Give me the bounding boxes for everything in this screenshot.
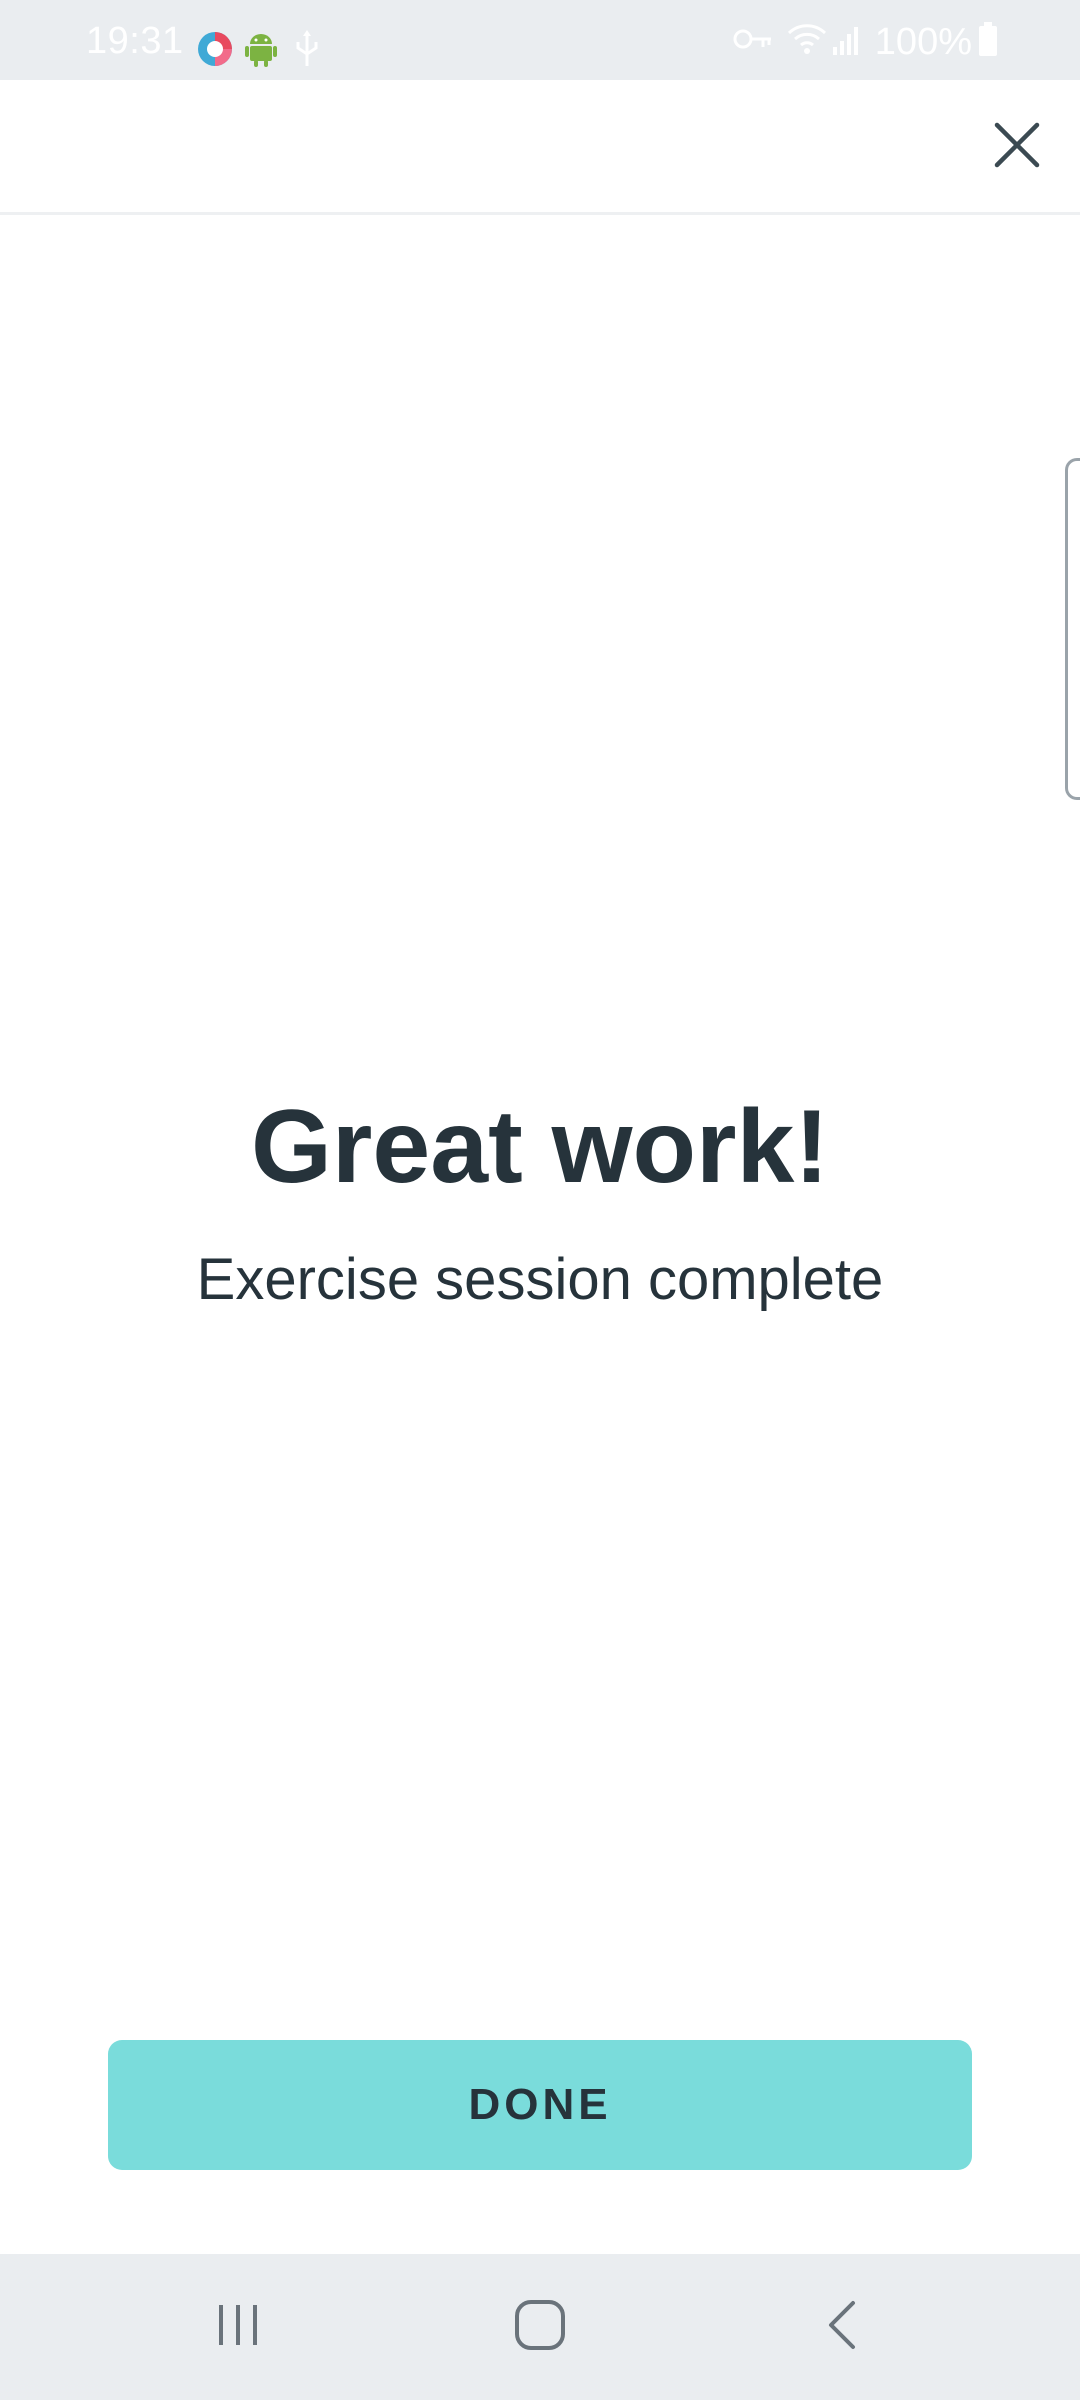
close-icon: [994, 122, 1040, 173]
home-icon: [514, 2299, 566, 2356]
signal-icon: [831, 23, 861, 60]
done-button[interactable]: DONE: [108, 2040, 972, 2170]
android-icon: [244, 30, 278, 73]
navigation-bar: [0, 2254, 1080, 2400]
vpn-key-icon: [733, 26, 773, 57]
status-right-group: 100%: [733, 22, 998, 61]
recent-apps-button[interactable]: [193, 2292, 283, 2362]
status-bar: 19:31 100%: [0, 0, 1080, 80]
app-notification-icon: [196, 30, 234, 73]
edge-panel-handle[interactable]: [1065, 458, 1080, 800]
home-button[interactable]: [495, 2292, 585, 2362]
completion-subtitle: Exercise session complete: [196, 1247, 884, 1312]
back-button[interactable]: [797, 2292, 887, 2362]
battery-icon: [978, 22, 998, 61]
close-button[interactable]: [984, 114, 1050, 180]
battery-percentage: 100%: [874, 20, 972, 63]
back-icon: [826, 2299, 858, 2356]
wifi-icon: [787, 23, 827, 60]
header: [0, 80, 1080, 215]
usb-icon: [294, 30, 320, 73]
page-title: Great work!: [251, 1089, 829, 1205]
recent-apps-icon: [215, 2301, 261, 2354]
status-time: 19:31: [86, 20, 184, 62]
